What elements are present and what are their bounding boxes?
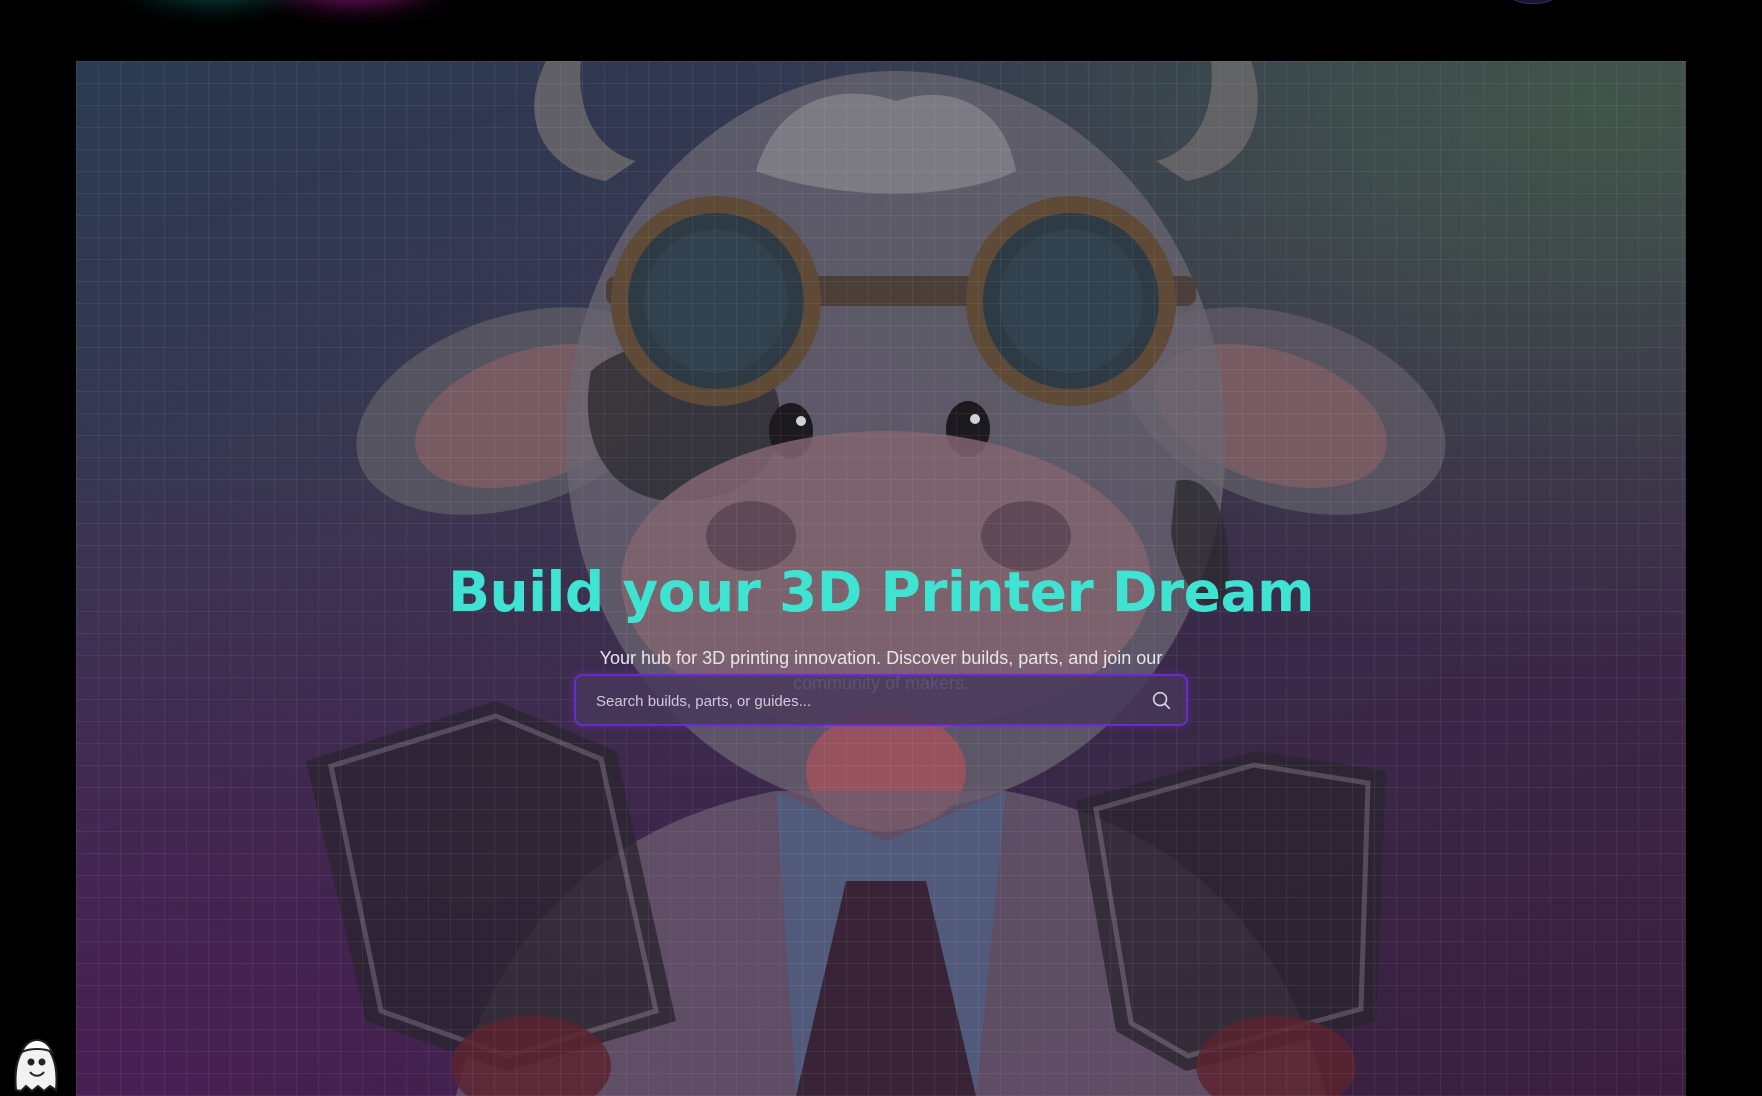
ghost-mascot-icon[interactable] [4,1028,68,1094]
hero-section: Build your 3D Printer Dream Your hub for… [76,61,1686,1096]
search-bar[interactable] [574,674,1188,726]
search-input[interactable] [594,676,1138,726]
search-icon[interactable] [1150,689,1172,711]
page: Build your 3D Printer Dream Your hub for… [0,0,1762,1096]
top-navigation-bar [0,0,1762,60]
user-avatar[interactable] [1510,0,1556,4]
logo-glow-magenta [255,0,455,10]
hero-title: Build your 3D Printer Dream [448,560,1314,624]
